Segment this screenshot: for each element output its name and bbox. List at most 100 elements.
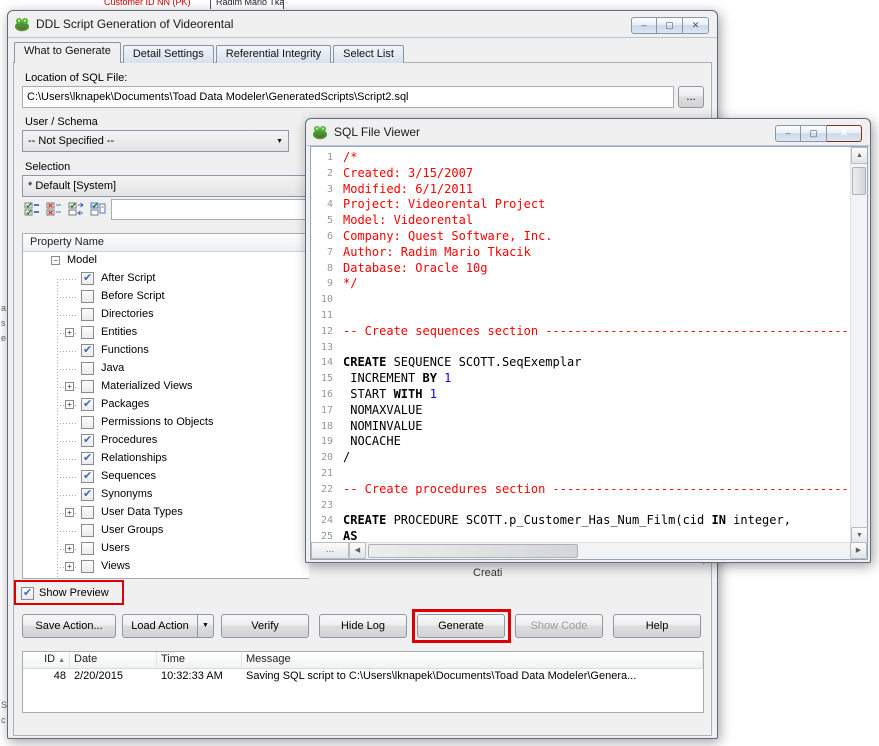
checkbox[interactable] bbox=[81, 470, 94, 483]
viewer-minimize-button[interactable]: – bbox=[775, 125, 801, 142]
sql-file-path-input[interactable]: C:\Users\lknapek\Documents\Toad Data Mod… bbox=[22, 86, 674, 108]
log-column-message[interactable]: Message bbox=[242, 652, 703, 668]
code-line: */ bbox=[343, 276, 850, 292]
expand-icon[interactable]: + bbox=[65, 508, 74, 517]
maximize-button[interactable]: ▢ bbox=[657, 17, 683, 34]
tab-referential-integrity[interactable]: Referential Integrity bbox=[216, 45, 331, 63]
checkbox[interactable] bbox=[81, 488, 94, 501]
log-column-id[interactable]: ID▲ bbox=[23, 652, 70, 668]
code-segment: NOMAXVALUE bbox=[343, 403, 422, 417]
checkbox[interactable] bbox=[81, 290, 94, 303]
code-segment bbox=[422, 387, 429, 401]
log-column-time[interactable]: Time bbox=[157, 652, 242, 668]
expand-icon[interactable]: + bbox=[65, 400, 74, 409]
horizontal-scrollbar[interactable]: … ◀ ▶ bbox=[311, 542, 867, 559]
code-line: Company: Quest Software, Inc. bbox=[343, 229, 850, 245]
user-schema-dropdown[interactable]: -- Not Specified -- ▼ bbox=[22, 130, 289, 152]
expand-icon[interactable]: + bbox=[65, 562, 74, 571]
load-action-menu-arrow-icon[interactable]: ▼ bbox=[198, 614, 214, 638]
deselect-all-icon[interactable] bbox=[44, 199, 64, 219]
expand-icon[interactable]: + bbox=[65, 328, 74, 337]
checkbox[interactable] bbox=[81, 416, 94, 429]
close-button[interactable]: ✕ bbox=[683, 17, 709, 34]
collapse-icon[interactable]: − bbox=[51, 256, 60, 265]
toad-app-icon bbox=[312, 124, 328, 140]
checkbox[interactable] bbox=[81, 344, 94, 357]
line-number: 18 bbox=[311, 419, 339, 435]
background-text-fragment: c bbox=[1, 715, 6, 725]
vertical-scroll-thumb[interactable] bbox=[852, 167, 866, 195]
log-cell-message: Saving SQL script to C:\Users\lknapek\Do… bbox=[242, 669, 703, 685]
scroll-left-icon[interactable]: ◀ bbox=[349, 542, 366, 559]
vertical-scrollbar[interactable]: ▲ ▼ bbox=[850, 147, 867, 544]
checkbox[interactable] bbox=[81, 542, 94, 555]
viewer-title-bar[interactable]: SQL File Viewer – ▢ ✕ bbox=[306, 119, 870, 146]
help-button[interactable]: Help bbox=[613, 614, 701, 638]
tree-item-label: Views bbox=[101, 560, 130, 572]
load-action-button[interactable]: Load Action bbox=[122, 614, 198, 638]
line-number: 8 bbox=[311, 261, 339, 277]
select-all-icon[interactable] bbox=[22, 199, 42, 219]
annotation-show-preview bbox=[14, 580, 124, 605]
checkbox[interactable] bbox=[81, 434, 94, 447]
code-segment: CREATE bbox=[343, 513, 386, 527]
hide-log-button[interactable]: Hide Log bbox=[319, 614, 407, 638]
sql-code-viewer[interactable]: 1234567891011121314151617181920212223242… bbox=[310, 146, 868, 560]
checkbox[interactable] bbox=[81, 308, 94, 321]
code-line bbox=[343, 292, 850, 308]
invert-selection-icon[interactable] bbox=[66, 199, 86, 219]
code-line: INCREMENT BY 1 bbox=[343, 371, 850, 387]
tree-connector bbox=[57, 369, 77, 370]
tree-item-label: Procedures bbox=[101, 434, 157, 446]
tab-select-list[interactable]: Select List bbox=[333, 45, 404, 63]
code-line: CREATE SEQUENCE SCOTT.SeqExemplar bbox=[343, 355, 850, 371]
scroll-up-icon[interactable]: ▲ bbox=[851, 147, 868, 164]
viewer-close-button[interactable]: ✕ bbox=[827, 125, 862, 142]
selection-label: Selection bbox=[25, 161, 70, 173]
browse-button[interactable]: ... bbox=[678, 86, 704, 108]
log-row[interactable]: 482/20/201510:32:33 AMSaving SQL script … bbox=[23, 669, 703, 685]
sql-code-area[interactable]: /*Created: 3/15/2007Modified: 6/1/2011Pr… bbox=[343, 147, 850, 544]
checkbox[interactable] bbox=[81, 452, 94, 465]
default-selection-icon[interactable] bbox=[88, 199, 108, 219]
code-line: Modified: 6/1/2011 bbox=[343, 182, 850, 198]
main-title-bar[interactable]: DDL Script Generation of Videorental – ▢… bbox=[8, 11, 717, 38]
expand-icon[interactable]: + bbox=[65, 544, 74, 553]
checkbox[interactable] bbox=[81, 326, 94, 339]
tree-item-label: User Groups bbox=[101, 524, 163, 536]
code-line bbox=[343, 340, 850, 356]
scroll-split-button[interactable]: … bbox=[311, 542, 349, 559]
checkbox[interactable] bbox=[81, 398, 94, 411]
checkbox[interactable] bbox=[81, 362, 94, 375]
log-cell-time: 10:32:33 AM bbox=[157, 669, 242, 685]
toad-app-icon bbox=[14, 16, 30, 32]
tree-connector bbox=[57, 351, 77, 352]
viewer-maximize-button[interactable]: ▢ bbox=[801, 125, 827, 142]
horizontal-scroll-thumb[interactable] bbox=[368, 544, 578, 558]
code-line: Created: 3/15/2007 bbox=[343, 166, 850, 182]
tree-connector bbox=[57, 495, 77, 496]
checkbox[interactable] bbox=[81, 524, 94, 537]
log-panel[interactable]: ID▲ Date Time Message 482/20/201510:32:3… bbox=[22, 651, 704, 713]
line-number: 23 bbox=[311, 498, 339, 514]
tab-detail-settings[interactable]: Detail Settings bbox=[123, 45, 214, 63]
checkbox[interactable] bbox=[81, 560, 94, 573]
show-code-button[interactable]: Show Code bbox=[515, 614, 603, 638]
line-number: 21 bbox=[311, 466, 339, 482]
save-action-button[interactable]: Save Action... bbox=[22, 614, 116, 638]
scroll-right-icon[interactable]: ▶ bbox=[850, 542, 867, 559]
log-column-date[interactable]: Date bbox=[70, 652, 157, 668]
code-segment: START bbox=[343, 387, 394, 401]
checkbox[interactable] bbox=[81, 272, 94, 285]
tree-connector bbox=[57, 279, 77, 280]
tab-what-to-generate[interactable]: What to Generate bbox=[14, 42, 121, 63]
checkbox[interactable] bbox=[81, 506, 94, 519]
checkbox[interactable] bbox=[81, 380, 94, 393]
expand-icon[interactable]: + bbox=[65, 382, 74, 391]
verify-button[interactable]: Verify bbox=[221, 614, 309, 638]
code-segment: Company: Quest Software, Inc. bbox=[343, 229, 553, 243]
code-segment: Created: 3/15/2007 bbox=[343, 166, 473, 180]
code-segment: 1 bbox=[444, 371, 451, 385]
log-header[interactable]: ID▲ Date Time Message bbox=[23, 652, 703, 669]
minimize-button[interactable]: – bbox=[631, 17, 657, 34]
